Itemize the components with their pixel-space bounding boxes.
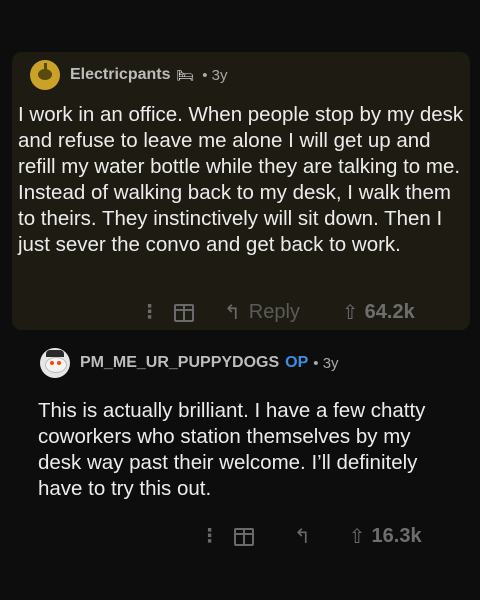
more-options-icon[interactable]: ⋮ [140,301,159,324]
upvote-count: 64.2k [364,301,415,323]
comment-body: This is actually brilliant. I have a few… [38,399,426,500]
comment-header: PM_ME_UR_PUPPYDOGS OP • 3y [40,346,339,380]
timestamp: • 3y [202,66,228,84]
upvote-button[interactable]: ⇧ 16.3k [349,524,422,549]
upvote-button[interactable]: ⇧ 64.2k [342,300,415,325]
avatar[interactable] [30,60,60,90]
upvote-icon: ⇧ [348,526,366,548]
bed-flair-icon: 🛏 [176,66,195,83]
op-badge: OP [285,354,309,371]
award-icon[interactable] [174,303,194,322]
award-icon[interactable] [234,527,254,546]
timestamp: • 3y [313,354,339,372]
reply-button[interactable]: ↰ [294,524,311,549]
reply-button[interactable]: ↰ Reply [224,300,300,325]
more-options-icon[interactable]: ⋮ [200,525,219,548]
reply-icon: ↰ [294,526,311,548]
reply-icon: ↰ [224,302,241,324]
comment-actions: ⋮ ↰ ⇧ 16.3k [200,524,422,549]
username[interactable]: PM_ME_UR_PUPPYDOGS [80,354,279,372]
avatar[interactable] [40,348,70,378]
upvote-count: 16.3k [371,525,422,547]
reply-label: Reply [248,301,300,323]
upvote-icon: ⇧ [341,302,359,324]
comment-header: Electricpants 🛏 • 3y [30,60,228,90]
comment-actions: ⋮ ↰ Reply ⇧ 64.2k [140,300,415,325]
username[interactable]: Electricpants [70,66,170,84]
highlighted-comment: Electricpants 🛏 • 3y I work in an office… [12,52,470,330]
comment-body: I work in an office. When people stop by… [18,103,464,256]
